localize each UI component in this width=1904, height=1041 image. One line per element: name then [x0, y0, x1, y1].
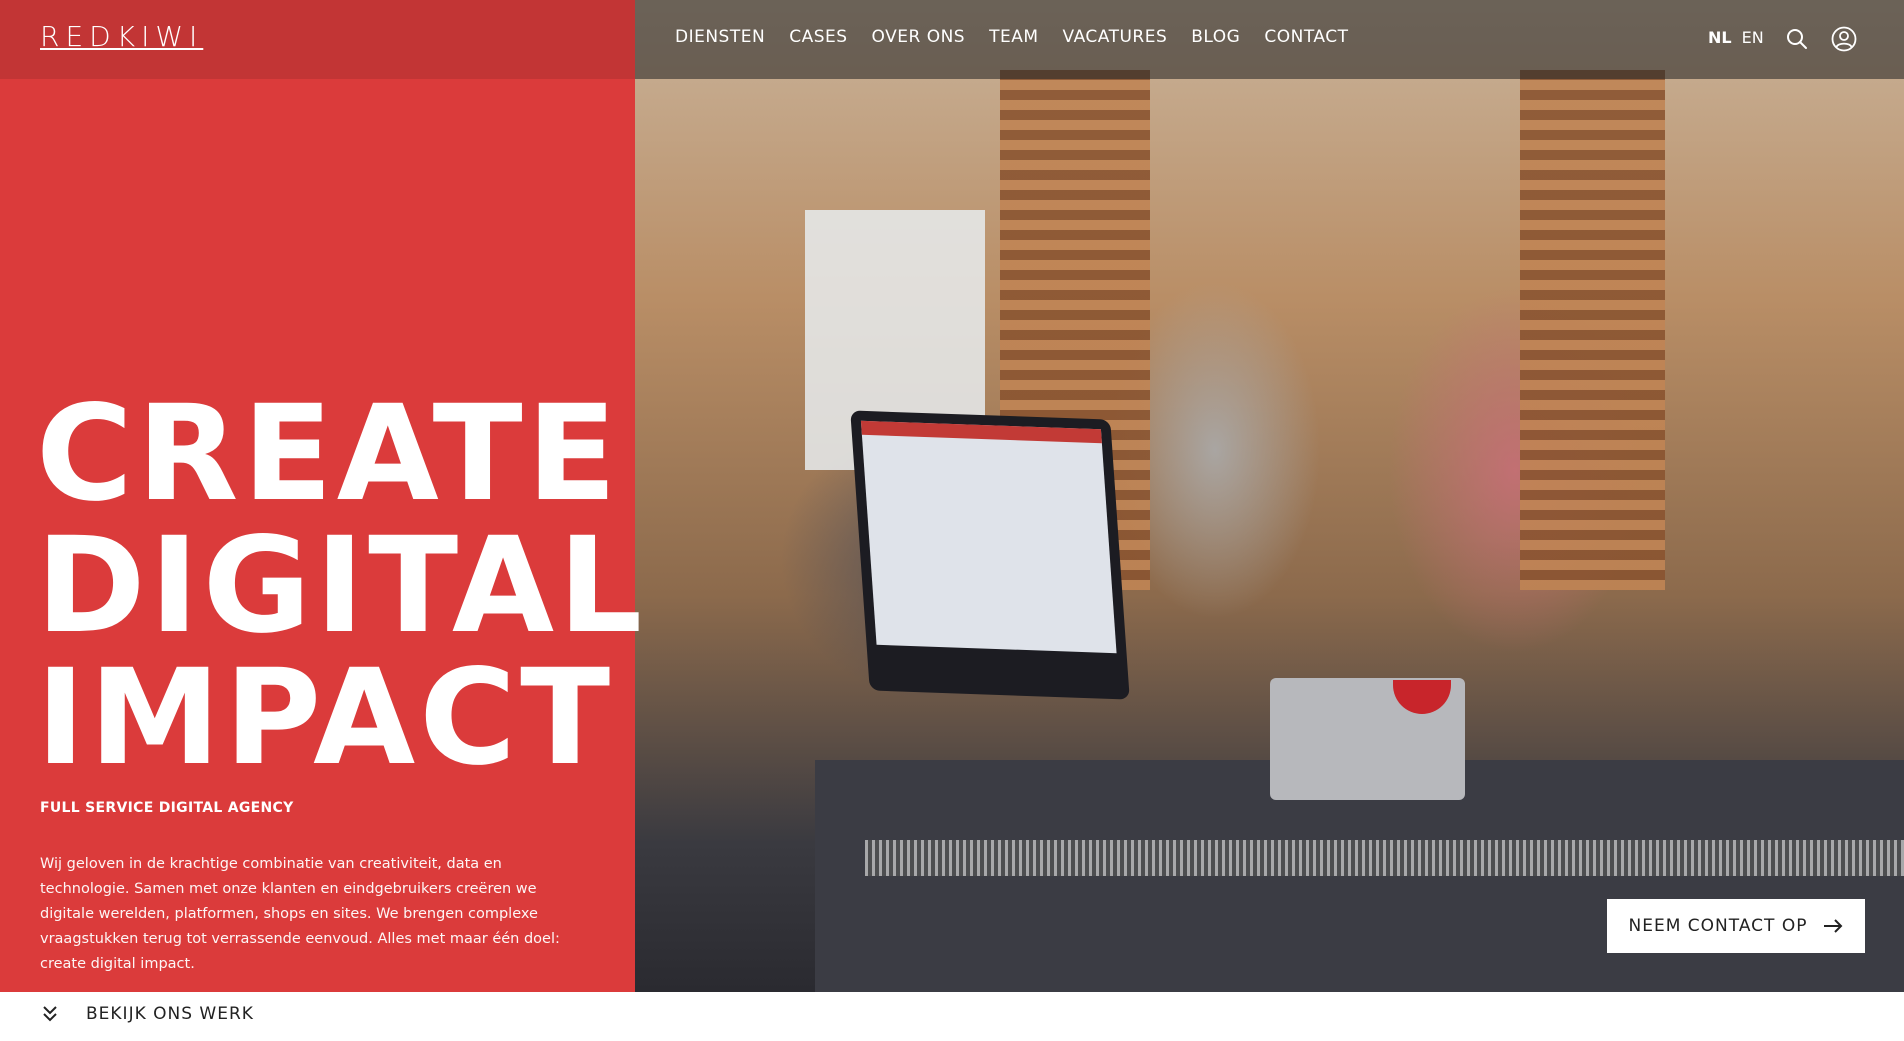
- nav-item-over-ons[interactable]: OVER ONS: [872, 27, 966, 47]
- lang-nl[interactable]: NL: [1708, 28, 1732, 47]
- nav-item-blog[interactable]: BLOG: [1191, 27, 1240, 47]
- contact-cta-button[interactable]: NEEM CONTACT OP: [1607, 899, 1865, 953]
- top-navigation-bar: REDKIWI DIENSTEN CASES OVER ONS TEAM VAC…: [0, 0, 1904, 79]
- nav-item-cases[interactable]: CASES: [789, 27, 847, 47]
- lang-en[interactable]: EN: [1742, 28, 1764, 47]
- nav-item-diensten[interactable]: DIENSTEN: [675, 27, 765, 47]
- table-net: [865, 840, 1904, 876]
- wooden-shutter: [1520, 70, 1665, 590]
- main-nav: DIENSTEN CASES OVER ONS TEAM VACATURES B…: [675, 27, 1348, 47]
- headline-line: DIGITAL: [36, 509, 647, 663]
- nav-item-vacatures[interactable]: VACATURES: [1063, 27, 1168, 47]
- laptop-open: [850, 410, 1130, 700]
- hero-intro-text: Wij geloven in de krachtige combinatie v…: [40, 856, 560, 972]
- nav-item-team[interactable]: TEAM: [989, 27, 1038, 47]
- search-button[interactable]: [1782, 24, 1812, 54]
- cta-label: NEEM CONTACT OP: [1628, 916, 1808, 936]
- language-switcher: NL EN: [1708, 28, 1764, 47]
- redkiwi-logo[interactable]: REDKIWI: [40, 20, 203, 53]
- arrow-right-icon: [1824, 919, 1843, 933]
- account-button[interactable]: [1829, 24, 1859, 54]
- hero-headline: CREATE DIGITAL IMPACT: [36, 388, 646, 784]
- bottom-bar: [0, 992, 1904, 1041]
- laptop-screen: [860, 420, 1117, 654]
- hero-photo: [635, 0, 1904, 992]
- user-icon: [1831, 26, 1857, 52]
- nav-item-contact[interactable]: CONTACT: [1264, 27, 1348, 47]
- headline-line: CREATE: [36, 377, 621, 531]
- view-work-label: BEKIJK ONS WERK: [86, 1004, 254, 1024]
- view-work-link[interactable]: BEKIJK ONS WERK: [42, 1004, 254, 1024]
- headline-line: IMPACT: [36, 641, 615, 795]
- chevron-double-down-icon: [43, 1006, 57, 1022]
- hero-subheading: FULL SERVICE DIGITAL AGENCY: [40, 800, 294, 816]
- search-icon: [1787, 29, 1807, 49]
